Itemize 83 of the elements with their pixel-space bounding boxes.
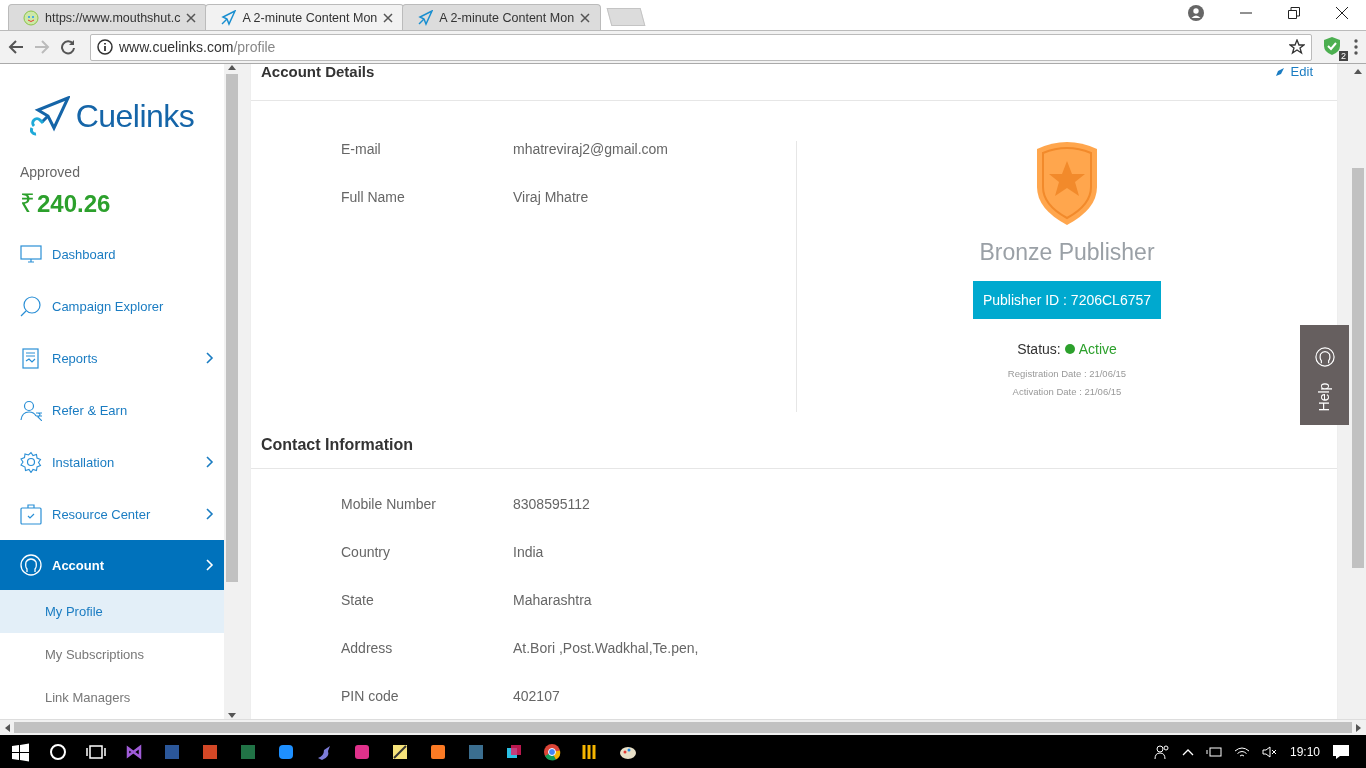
- windows-logo-icon[interactable]: [10, 741, 30, 762]
- field-label: Mobile Number: [341, 496, 437, 514]
- field-value: At.Bori ,Post.Wadkhal,Te.pen,: [513, 640, 699, 658]
- circle-icon[interactable]: [48, 741, 68, 762]
- extension-count-badge: 2: [1339, 51, 1348, 61]
- star-icon[interactable]: [1289, 39, 1305, 55]
- chrome-browser-icon[interactable]: [542, 741, 562, 762]
- reload-icon[interactable]: [60, 39, 76, 55]
- address-bar[interactable]: www.cuelinks.com/profile: [90, 33, 1312, 61]
- field-value: Viraj Mhatre: [513, 189, 589, 207]
- person-circle-icon: [1314, 347, 1335, 367]
- magnifier-icon: [20, 295, 42, 317]
- field-value: 402107: [513, 688, 560, 706]
- field-label: Full Name: [341, 189, 406, 207]
- person-circle-icon: [20, 554, 42, 576]
- paper-plane-favicon-icon: [220, 9, 237, 26]
- chevron-up-icon[interactable]: [1181, 747, 1194, 756]
- user-profile-icon[interactable]: [1188, 5, 1204, 21]
- sidebar-item[interactable]: Campaign Explorer: [0, 280, 224, 332]
- sidebar-item[interactable]: Dashboard: [0, 228, 224, 280]
- pencil-icon: [1274, 67, 1285, 77]
- field-label: State: [341, 592, 375, 610]
- browser-tab[interactable]: A 2-minute Content Mon: [205, 4, 405, 30]
- clipboard-check-icon: [20, 503, 42, 525]
- close-icon[interactable]: [383, 13, 394, 23]
- close-icon[interactable]: [186, 13, 197, 23]
- paper-plane-favicon-icon: [417, 9, 434, 26]
- close-icon[interactable]: [580, 13, 591, 23]
- report-document-icon: [20, 347, 42, 369]
- field-value: 8308595112: [513, 496, 590, 514]
- sidebar-item[interactable]: Account: [0, 540, 224, 590]
- publisher-level: Bronze Publisher: [979, 239, 1155, 266]
- browser-tab[interactable]: A 2-minute Content Mon: [402, 4, 602, 30]
- notification-icon[interactable]: [1332, 743, 1350, 760]
- field-label: PIN code: [341, 688, 400, 706]
- scroll-up-icon[interactable]: [1354, 68, 1362, 74]
- status-dot: [1064, 344, 1075, 354]
- section-heading: Account Details: [261, 64, 375, 80]
- speaker-muted-icon[interactable]: [1261, 745, 1278, 758]
- publisher-id-label: Publisher ID : 7206CL6757: [972, 281, 1162, 319]
- wifi-icon[interactable]: [1233, 745, 1250, 758]
- sidebar-item[interactable]: Installation: [0, 436, 224, 488]
- status-value: Active: [1078, 341, 1117, 357]
- help-tab[interactable]: Help: [1300, 325, 1349, 425]
- sidebar-item[interactable]: Resource Center: [0, 488, 224, 540]
- smiley-favicon-icon: [23, 9, 39, 26]
- scroll-right-icon[interactable]: [1356, 723, 1362, 732]
- cuelinks-logo: Cuelinks: [0, 64, 224, 158]
- monitor-icon: [20, 243, 42, 265]
- sidebar-subitem[interactable]: My Profile: [0, 590, 224, 633]
- edit-link[interactable]: Edit: [1274, 64, 1313, 80]
- info-icon: [97, 39, 113, 55]
- sidebar-subitem[interactable]: Link Managers: [0, 676, 224, 719]
- rupee-symbol: ₹: [20, 187, 35, 220]
- shield-star-icon: [1035, 141, 1099, 225]
- field-value: Maharashtra: [513, 592, 592, 610]
- gear-icon: [20, 451, 42, 473]
- approved-label: Approved: [19, 163, 81, 180]
- restore-icon[interactable]: [1288, 7, 1300, 19]
- field-label: Country: [341, 544, 392, 562]
- activation-date: Activation Date : 21/06/15: [1012, 386, 1122, 397]
- menu-dots-icon[interactable]: [1354, 39, 1358, 55]
- clock: 19:10: [1289, 744, 1320, 759]
- browser-tab[interactable]: https://www.mouthshut.c: [8, 4, 208, 30]
- registration-date: Registration Date : 21/06/15: [1007, 368, 1127, 379]
- status-label: Status:: [1017, 341, 1061, 357]
- close-window-icon[interactable]: [1336, 7, 1348, 19]
- people-icon[interactable]: [1153, 743, 1170, 760]
- horizontal-scrollbar[interactable]: [0, 719, 1366, 735]
- sidebar-scrollbar[interactable]: [224, 64, 240, 719]
- sidebar-subitem[interactable]: My Subscriptions: [0, 633, 224, 676]
- sidebar-item[interactable]: Reports: [0, 332, 224, 384]
- field-label: E-mail: [341, 141, 382, 159]
- field-label: Address: [341, 640, 394, 658]
- scroll-left-icon[interactable]: [4, 723, 10, 732]
- back-arrow-icon[interactable]: [8, 39, 24, 55]
- person-rupee-icon: [20, 399, 42, 421]
- field-value: mhatreviraj2@gmail.com: [513, 141, 669, 159]
- field-value: India: [513, 544, 544, 562]
- sidebar-item[interactable]: Refer & Earn: [0, 384, 224, 436]
- battery-plug-icon[interactable]: [1205, 745, 1222, 758]
- approved-amount: 240.26: [37, 190, 111, 218]
- section-heading: Contact Information: [261, 436, 413, 454]
